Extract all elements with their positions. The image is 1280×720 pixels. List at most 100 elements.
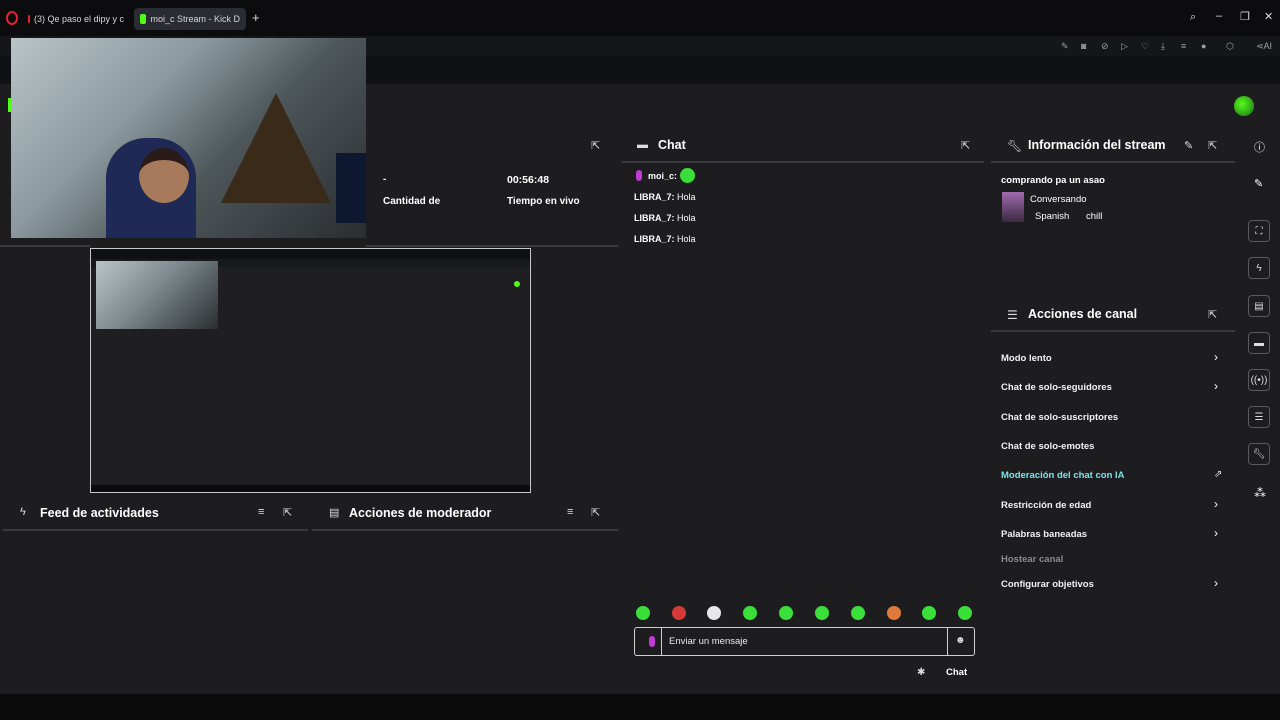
sidebar-broadcast-icon[interactable]: ((•)) [1248, 369, 1270, 391]
chevron-right-icon[interactable]: › [1214, 497, 1218, 511]
chat-send-button[interactable]: Chat [946, 667, 967, 678]
download-icon[interactable]: ⤓ [1161, 41, 1165, 52]
divider-mod [312, 529, 618, 531]
chat-settings-icon[interactable]: ✱ [917, 667, 925, 678]
input-divider-right [947, 628, 948, 655]
maximize-button[interactable]: ❐ [1240, 10, 1250, 23]
emote-7[interactable] [851, 606, 865, 620]
action-ai-moderation[interactable]: Moderación del chat con IA [1001, 470, 1125, 481]
play-icon[interactable]: ▷ [1121, 41, 1128, 52]
chat-message: LIBRA_7: Hola [634, 192, 696, 202]
icon-expand-stats[interactable]: ⇱ [591, 139, 600, 152]
extension-icon[interactable]: ⬡ [1226, 41, 1234, 52]
input-divider [661, 628, 662, 655]
pencil-icon[interactable]: ✎ [1254, 177, 1263, 190]
emote-6[interactable] [815, 606, 829, 620]
tab-search-icon[interactable]: ⌕ [1190, 11, 1196, 24]
user-avatar[interactable] [1234, 96, 1254, 116]
chat-mic-icon[interactable] [649, 636, 655, 647]
action-goals[interactable]: Configurar objetivos [1001, 579, 1094, 590]
ai-icon[interactable]: ⋖AI [1256, 41, 1272, 52]
stream-preview[interactable] [90, 248, 531, 493]
info-icon[interactable]: ⓘ [1254, 139, 1265, 155]
profile-icon[interactable]: ● [1201, 41, 1206, 51]
sidebar-fullscreen-icon[interactable]: ⛶ [1248, 220, 1270, 242]
tab-youtube-label: (3) Qe paso el dipy y c [33, 14, 124, 24]
chat-message: LIBRA_7: Hola [634, 213, 696, 223]
sidebar-add-widget-icon[interactable]: ⁂ [1254, 486, 1266, 500]
chevron-right-icon[interactable]: › [1214, 576, 1218, 590]
edit-icon[interactable]: ✎ [1061, 41, 1069, 52]
mod-filter-icon[interactable]: ≡ [567, 506, 573, 518]
mic-badge-icon [636, 170, 642, 181]
preview-webcam [96, 261, 218, 329]
action-banned-words[interactable]: Palabras baneadas [1001, 529, 1087, 540]
divider-stream-info [991, 161, 1235, 163]
kick-emote-icon [680, 168, 695, 183]
feed-title: Feed de actividades [40, 506, 159, 520]
chat-input-placeholder[interactable]: Enviar un mensaje [669, 636, 748, 647]
divider-feed [3, 529, 308, 531]
action-emotes-only[interactable]: Chat de solo-emotes [1001, 441, 1094, 452]
stat-label-uptime: Tiempo en vivo [507, 196, 580, 207]
action-followers-only[interactable]: Chat de solo-seguidores [1001, 382, 1112, 393]
external-link-icon[interactable]: ⇗ [1214, 469, 1222, 480]
wall-triangle [221, 93, 331, 203]
sidebar-chat-icon[interactable]: ▬ [1248, 332, 1270, 354]
youtube-icon [28, 15, 30, 23]
mod-popout-icon[interactable]: ⇱ [591, 506, 600, 519]
heart-icon[interactable]: ♡ [1141, 41, 1149, 52]
action-age-restriction[interactable]: Restricción de edad [1001, 500, 1091, 511]
divider-channel-actions [991, 330, 1235, 332]
stream-title-text: comprando pa un asao [1001, 175, 1105, 186]
emote-9[interactable] [922, 606, 936, 620]
emote-3[interactable] [707, 606, 721, 620]
emoji-picker-icon[interactable]: ☻ [955, 635, 966, 646]
person-head [139, 148, 189, 203]
language-tag: Spanish [1035, 211, 1070, 222]
menu-icon[interactable]: ≡ [1181, 41, 1186, 51]
chat-input-box[interactable]: Enviar un mensaje ☻ [634, 627, 975, 656]
chat-popout-icon[interactable]: ⇱ [961, 139, 970, 152]
emote-2[interactable] [672, 606, 686, 620]
opera-logo-icon[interactable] [6, 11, 18, 25]
tab-youtube[interactable]: (3) Qe paso el dipy y c [22, 8, 130, 30]
action-subscribers-only[interactable]: Chat de solo-suscriptores [1001, 412, 1118, 423]
camera-icon[interactable]: ◙ [1081, 41, 1086, 51]
sidebar-list-icon[interactable]: ☰ [1248, 406, 1270, 428]
sidebar-bolt-icon[interactable]: ϟ [1248, 257, 1270, 279]
chat-username[interactable]: LIBRA_7: [634, 192, 675, 202]
chevron-right-icon[interactable]: › [1214, 350, 1218, 364]
chat-username[interactable]: LIBRA_7: [634, 213, 675, 223]
emote-10[interactable] [958, 606, 972, 620]
feed-filter-icon[interactable]: ≡ [258, 506, 264, 518]
stream-info-popout-icon[interactable]: ⇱ [1208, 139, 1217, 152]
chat-streamer-name[interactable]: moi_c: [648, 171, 677, 181]
chevron-right-icon[interactable]: › [1214, 526, 1218, 540]
action-slow-mode[interactable]: Modo lento [1001, 353, 1052, 364]
kick-icon [140, 14, 147, 24]
channel-actions-popout-icon[interactable]: ⇱ [1208, 308, 1217, 321]
minimize-button[interactable]: – [1216, 10, 1222, 22]
tab-kick[interactable]: moi_c Stream - Kick D [134, 8, 246, 30]
action-host-channel: Hostear canal [1001, 554, 1064, 565]
tab-kick-label: moi_c Stream - Kick D [150, 14, 240, 24]
feed-popout-icon[interactable]: ⇱ [283, 506, 292, 519]
stat-label-viewers: Cantidad de [383, 196, 441, 207]
stream-tag: chill [1086, 211, 1103, 222]
divider-chat [622, 161, 984, 163]
sidebar-wrench-icon[interactable]: 🔧︎ [1248, 443, 1270, 465]
chevron-right-icon[interactable]: › [1214, 379, 1218, 393]
emote-1[interactable] [636, 606, 650, 620]
shield-icon[interactable]: ⊘ [1101, 41, 1109, 52]
category-name[interactable]: Conversando [1030, 194, 1087, 205]
sidebar-clipboard-icon[interactable]: ▤ [1248, 295, 1270, 317]
chat-username[interactable]: LIBRA_7: [634, 234, 675, 244]
mod-actions-icon: ▤ [329, 507, 340, 519]
emote-5[interactable] [779, 606, 793, 620]
emote-4[interactable] [743, 606, 757, 620]
stream-info-edit-icon[interactable]: ✎ [1184, 139, 1193, 152]
new-tab-button[interactable]: + [252, 10, 260, 25]
emote-8[interactable] [887, 606, 901, 620]
close-window-button[interactable]: ✕ [1264, 10, 1273, 23]
